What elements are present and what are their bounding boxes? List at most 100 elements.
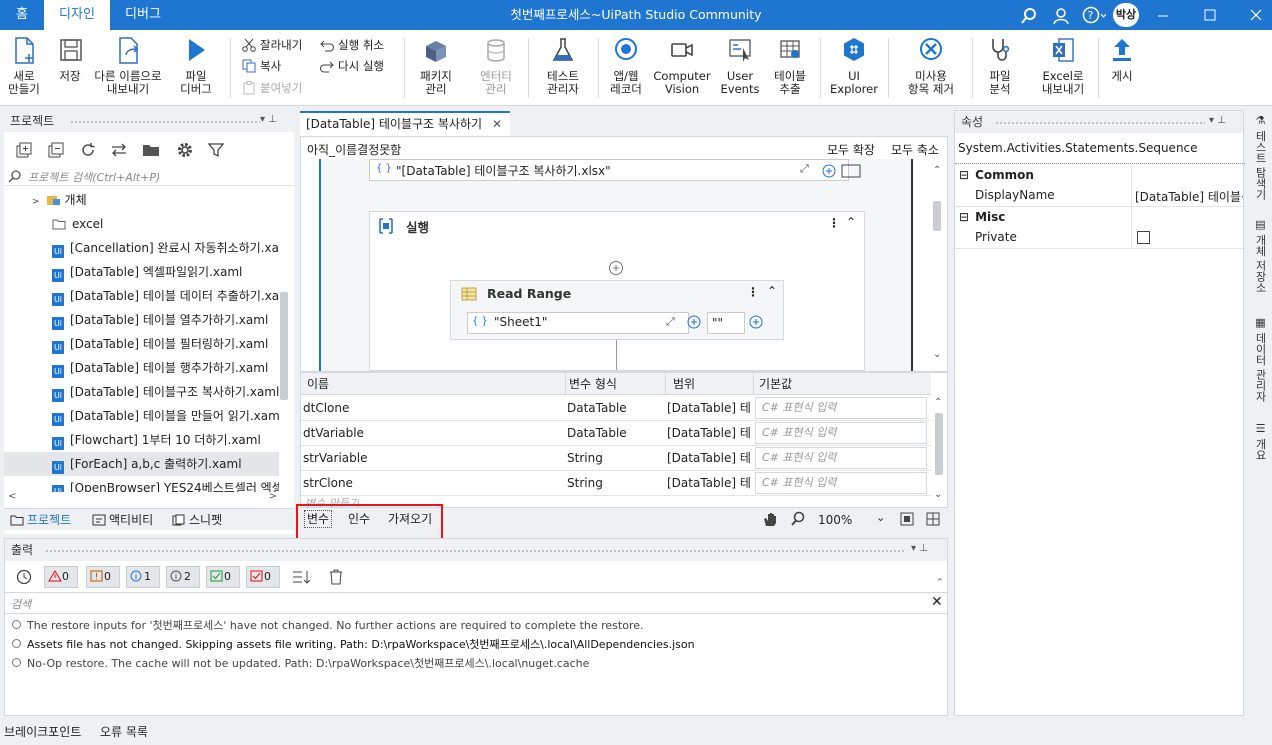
- file-analysis-button[interactable]: 파일 분석: [978, 34, 1022, 102]
- project-search-input[interactable]: 프로젝트 검색(Ctrl+Alt+P): [28, 169, 160, 185]
- column-header-type[interactable]: 변수 형식: [569, 372, 617, 396]
- close-tab-icon[interactable]: ✕: [492, 113, 502, 135]
- variable-name[interactable]: strVariable: [303, 446, 367, 470]
- expand-editor-icon[interactable]: ⤢: [800, 162, 809, 176]
- column-header-default[interactable]: 기본값: [759, 372, 792, 396]
- table-row[interactable]: dtVariable DataTable [DataTable] 테0 C# 표…: [301, 421, 931, 446]
- trace-filter[interactable]: 2: [166, 566, 200, 588]
- tree-item-file[interactable]: Ui [DataTable] 테이블구조 복사하기.xaml: [4, 380, 279, 404]
- tree-item-excel-folder[interactable]: excel: [4, 212, 279, 236]
- variable-type[interactable]: String: [567, 471, 603, 495]
- scroll-up-icon[interactable]: ⌃: [934, 397, 942, 408]
- tree-item-file[interactable]: Ui [DataTable] 테이블 필터링하기.xaml: [4, 332, 279, 356]
- tab-test-explorer[interactable]: ⚗ 테스트 탐색기: [1252, 114, 1268, 200]
- private-checkbox[interactable]: [1137, 231, 1150, 244]
- overview-icon[interactable]: [926, 512, 940, 526]
- canvas-scrollbar[interactable]: [933, 201, 941, 231]
- tab-debug[interactable]: 디버그: [112, 0, 174, 30]
- add-icon[interactable]: [749, 315, 763, 329]
- fit-to-screen-icon[interactable]: [900, 512, 914, 526]
- tab-snippets[interactable]: 스니펫: [172, 510, 222, 530]
- manage-entities-button[interactable]: 엔터티 관리: [472, 34, 520, 102]
- more-options-icon[interactable]: ⋮: [828, 216, 840, 230]
- avatar[interactable]: 박상: [1113, 3, 1139, 27]
- log-line[interactable]: Assets file has not changed. Skipping as…: [12, 636, 695, 652]
- zoom-icon[interactable]: [790, 511, 806, 527]
- paste-button[interactable]: 붙여넣기: [242, 79, 302, 97]
- manage-packages-button[interactable]: 패키지 관리: [412, 34, 460, 102]
- publish-button[interactable]: 게시: [1104, 34, 1140, 102]
- variable-scope[interactable]: [DataTable] 테0: [667, 421, 751, 445]
- failure-filter[interactable]: 0: [246, 566, 280, 588]
- folder-icon[interactable]: [142, 142, 160, 158]
- trash-icon[interactable]: [328, 569, 344, 585]
- variable-default-input[interactable]: C# 표현식 입력: [755, 422, 927, 444]
- collapse-all-icon[interactable]: [48, 142, 64, 158]
- tree-item-file[interactable]: Ui [Cancellation] 완료시 자동취소하기.xa: [4, 236, 279, 260]
- debug-file-button[interactable]: 파일 디버그: [172, 34, 220, 102]
- table-row[interactable]: strClone String [DataTable] 테0 C# 표현식 입력: [301, 471, 931, 496]
- sort-list-icon[interactable]: [292, 569, 312, 585]
- minimize-icon[interactable]: [1157, 10, 1169, 22]
- log-line[interactable]: No-Op restore. The cache will not be upd…: [12, 655, 589, 671]
- add-activity-icon[interactable]: [608, 260, 624, 276]
- clock-icon[interactable]: [16, 569, 32, 585]
- output-search-bar[interactable]: 검색 ✕: [5, 592, 947, 614]
- tab-data-manager[interactable]: ▦ 데이터 관리자: [1252, 316, 1268, 402]
- cut-button[interactable]: 잘라내기: [242, 36, 302, 54]
- save-button[interactable]: 저장: [52, 34, 88, 102]
- scroll-down-icon[interactable]: ⌄: [933, 349, 941, 360]
- variable-scope[interactable]: [DataTable] 테0: [667, 446, 751, 470]
- new-button[interactable]: 새로 만들기: [4, 34, 44, 102]
- copy-button[interactable]: 복사: [242, 57, 281, 75]
- column-header-name[interactable]: 이름: [307, 372, 329, 396]
- zoom-dropdown-icon[interactable]: ⌄: [876, 511, 885, 524]
- tree-item-objects[interactable]: > 개체: [4, 188, 279, 212]
- variable-scope[interactable]: [DataTable] 테0: [667, 396, 751, 420]
- variable-name[interactable]: dtVariable: [303, 421, 364, 445]
- tab-project[interactable]: 프로젝트: [10, 510, 71, 530]
- variable-default-input[interactable]: C# 표현식 입력: [755, 472, 927, 494]
- variable-name[interactable]: dtClone: [303, 396, 349, 420]
- variable-name[interactable]: strClone: [303, 471, 353, 495]
- filter-icon[interactable]: [208, 142, 224, 158]
- clear-search-icon[interactable]: ✕: [931, 594, 943, 610]
- variable-scope[interactable]: [DataTable] 테0: [667, 471, 751, 495]
- tree-item-file[interactable]: Ui [OpenBrowser] YES24베스트셀러 엑셀: [4, 476, 279, 492]
- read-range-activity[interactable]: Read Range ⋮ ⌃ { } "Sheet1" ⤢ "": [450, 280, 784, 340]
- tree-item-file[interactable]: Ui [DataTable] 테이블 행추가하기.xaml: [4, 356, 279, 380]
- tab-design[interactable]: 디자인: [44, 0, 110, 30]
- tab-breakpoints[interactable]: 브레이크포인트: [4, 722, 81, 742]
- panel-menu-icon[interactable]: ▾ ⊥: [911, 543, 928, 554]
- sync-icon[interactable]: [110, 142, 128, 158]
- tab-outline[interactable]: ☰ 개요: [1252, 422, 1268, 461]
- variable-type[interactable]: String: [567, 446, 603, 470]
- display-name-input[interactable]: [DataTable] 테이블·: [1135, 188, 1243, 205]
- excel-export-button[interactable]: Excel로 내보내기: [1034, 34, 1092, 102]
- column-header-scope[interactable]: 범위: [673, 372, 695, 396]
- folder-browse-icon[interactable]: [841, 163, 861, 179]
- computer-vision-button[interactable]: Computer Vision: [652, 34, 712, 102]
- scroll-up-icon[interactable]: ⌃: [933, 165, 941, 176]
- info-filter[interactable]: 1: [126, 566, 160, 588]
- variable-default-input[interactable]: C# 표현식 입력: [755, 397, 927, 419]
- tab-error-list[interactable]: 오류 목록: [100, 722, 148, 742]
- settings-gear-icon[interactable]: [176, 141, 194, 159]
- remove-unused-button[interactable]: 미사용 항목 제거: [896, 34, 966, 102]
- add-icon[interactable]: [687, 315, 701, 329]
- maximize-icon[interactable]: [1204, 9, 1216, 21]
- refresh-icon[interactable]: [80, 142, 96, 158]
- collapse-all-link[interactable]: 모두 축소: [891, 141, 939, 158]
- hand-pan-icon[interactable]: [762, 511, 778, 527]
- variable-type[interactable]: DataTable: [567, 396, 627, 420]
- file-path-field[interactable]: { } "[DataTable] 테이블구조 복사하기.xlsx" ⤢: [369, 159, 849, 181]
- doc-tab-active[interactable]: [DataTable] 테이블구조 복사하기 ✕: [300, 111, 510, 136]
- test-manager-button[interactable]: 테스트 관리자: [536, 34, 590, 102]
- export-button[interactable]: 다른 이름으로 내보내기: [88, 34, 168, 102]
- output-search-input[interactable]: 검색: [11, 596, 31, 612]
- project-search-bar[interactable]: 프로젝트 검색(Ctrl+Alt+P): [4, 166, 294, 186]
- tree-item-file[interactable]: Ui [DataTable] 테이블 열추가하기.xaml: [4, 308, 279, 332]
- expand-all-icon[interactable]: [16, 142, 32, 158]
- tab-object-repository[interactable]: ▤ 개체 저장소: [1252, 218, 1268, 293]
- table-row[interactable]: dtClone DataTable [DataTable] 테0 C# 표현식 …: [301, 396, 931, 421]
